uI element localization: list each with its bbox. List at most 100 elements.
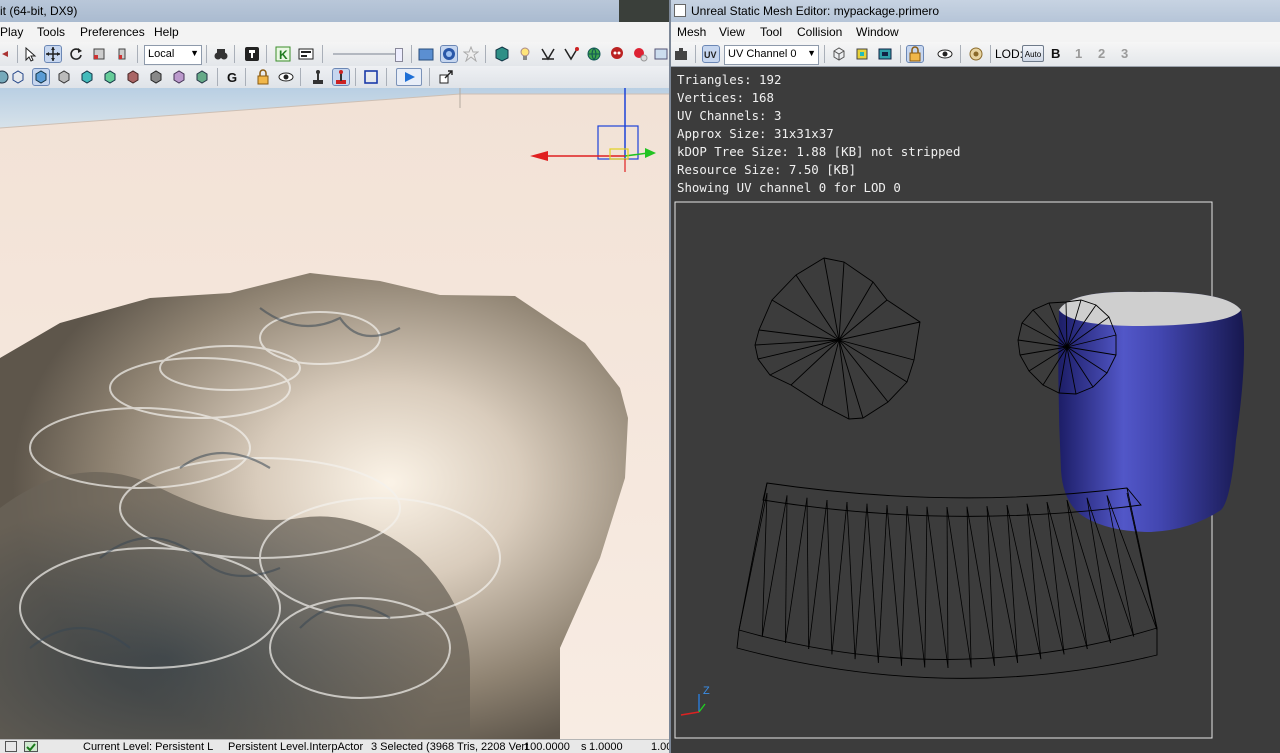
- eye-icon[interactable]: [278, 69, 294, 85]
- menu-preferences[interactable]: Preferences: [80, 25, 145, 39]
- level-editor-main-toolbar: Local ▼ K: [0, 42, 669, 67]
- status-check-icon[interactable]: [24, 741, 38, 752]
- axis-indicator: Z: [680, 685, 710, 716]
- pop-out-viewport-icon[interactable]: [438, 69, 454, 85]
- toolbar-separator: [485, 45, 486, 63]
- toolbar-separator: [322, 45, 323, 63]
- axis-z-label: Z: [703, 685, 710, 697]
- toolbar-separator: [355, 68, 356, 86]
- uv-strip-diagonal: [785, 495, 788, 644]
- play-in-editor-button[interactable]: [396, 68, 422, 86]
- status-toggles: [0, 740, 46, 753]
- detail-lighting-icon[interactable]: [79, 69, 95, 85]
- toolbar-overflow-icon[interactable]: [653, 46, 669, 62]
- coordinate-system-dropdown[interactable]: Local ▼: [144, 45, 202, 65]
- brush-icon[interactable]: [418, 46, 434, 62]
- matinee-icon[interactable]: [298, 46, 314, 62]
- joystick-icon[interactable]: [310, 69, 326, 85]
- menu-help[interactable]: Help: [154, 25, 179, 39]
- path-node-icon[interactable]: [540, 46, 556, 62]
- toolbar-separator: [217, 68, 218, 86]
- uv-strip-edge: [924, 506, 928, 668]
- toolbar-separator: [17, 45, 18, 63]
- uv-strip-edge: [877, 505, 888, 663]
- uv-strip-diagonal: [1046, 501, 1088, 650]
- cut-icon[interactable]: [0, 46, 16, 62]
- lock-icon[interactable]: [255, 69, 271, 85]
- game-view-icon[interactable]: G: [224, 69, 240, 85]
- light-icon[interactable]: [517, 46, 533, 62]
- viewport-scene: [0, 88, 669, 739]
- lighting-only-icon[interactable]: [102, 69, 118, 85]
- uv-strip-edge: [831, 501, 848, 655]
- texture-density-icon[interactable]: [148, 69, 164, 85]
- toolbar-separator: [234, 45, 235, 63]
- uv-strip-diagonal: [966, 506, 995, 666]
- nonuniform-scale-icon[interactable]: [114, 46, 130, 62]
- toolbar-separator: [206, 45, 207, 63]
- status-grid-icon[interactable]: [5, 741, 17, 752]
- static-mesh-icon[interactable]: [494, 46, 510, 62]
- uv-strip-diagonal: [846, 501, 856, 660]
- chevron-down-icon: ▼: [190, 48, 199, 58]
- actor-skull-icon[interactable]: [609, 46, 625, 62]
- level-editor-title: it (64-bit, DX9): [0, 4, 78, 18]
- realtime-preview-icon[interactable]: [332, 68, 350, 86]
- uv-strip-edge: [808, 499, 828, 650]
- uv-strip-edge: [1026, 503, 1042, 660]
- uv-strip-diagonal: [806, 497, 810, 650]
- camera-speed-slider[interactable]: [333, 47, 403, 62]
- lit-view-icon[interactable]: [32, 68, 50, 86]
- static-mesh-editor-window: Unreal Static Mesh Editor: mypackage.pri…: [669, 0, 1280, 753]
- perspective-viewport[interactable]: [0, 88, 669, 739]
- current-level-label[interactable]: Current Level: Persistent L: [83, 741, 213, 753]
- rotate-mode-icon[interactable]: [68, 46, 84, 62]
- svg-text:G: G: [227, 70, 237, 85]
- globe-icon[interactable]: [586, 46, 602, 62]
- viewport-type-icon[interactable]: [0, 69, 10, 85]
- uv-strip-diagonal: [1026, 503, 1065, 655]
- menu-play[interactable]: Play: [0, 25, 23, 39]
- uv-strip-edge: [854, 503, 868, 660]
- realtime-icon[interactable]: [440, 45, 458, 63]
- lightmap-density-icon[interactable]: [194, 69, 210, 85]
- level-editor-title-bar: it (64-bit, DX9): [0, 0, 669, 22]
- toolbar-separator: [137, 45, 138, 63]
- svg-text:K: K: [279, 48, 288, 62]
- uv-strip-diagonal: [986, 506, 1019, 663]
- light-complexity-icon[interactable]: [125, 69, 141, 85]
- mesh-cylinder: [1058, 291, 1245, 532]
- wireframe-view-icon[interactable]: [10, 69, 26, 85]
- binoculars-icon[interactable]: [213, 46, 229, 62]
- uv-strip-edge: [986, 506, 995, 666]
- level-editor-window: it (64-bit, DX9) Play Tools Preferences …: [0, 0, 669, 753]
- uv-strip-edge: [901, 506, 908, 666]
- maximize-viewport-icon[interactable]: [363, 69, 379, 85]
- level-actor-label: Persistent Level.InterpActor: [228, 741, 364, 753]
- mesh-preview-viewport[interactable]: Z: [671, 0, 1280, 753]
- light-bulb-icon[interactable]: [632, 46, 648, 62]
- menu-tools[interactable]: Tools: [37, 25, 65, 39]
- favorite-star-icon[interactable]: [462, 45, 480, 63]
- selection-info: 3 Selected (3968 Tris, 2208 Vert: [371, 741, 529, 753]
- uv-strip-diagonal: [926, 506, 949, 669]
- uv-strip-edge: [785, 497, 808, 644]
- unlit-view-icon[interactable]: [56, 69, 72, 85]
- translate-mode-icon[interactable]: [44, 45, 62, 63]
- select-arrow-icon[interactable]: [22, 46, 38, 62]
- uv-strip-edge: [1066, 499, 1088, 650]
- path-network-icon[interactable]: [563, 46, 579, 62]
- kismet-icon[interactable]: K: [275, 46, 291, 62]
- toolbar-separator: [386, 68, 387, 86]
- scale-value[interactable]: 1.0000: [589, 741, 623, 753]
- toolbar-separator: [300, 68, 301, 86]
- scale-mode-icon[interactable]: [91, 46, 107, 62]
- coordinate-system-value: Local: [148, 48, 175, 60]
- uv-strip-diagonal: [886, 505, 902, 666]
- content-browser-icon[interactable]: [244, 46, 260, 62]
- level-editor-menu-bar: Play Tools Preferences Help: [0, 22, 669, 42]
- drag-grid-value[interactable]: 100.0000: [524, 741, 570, 753]
- rotation-value[interactable]: 1.00: [651, 741, 669, 753]
- uv-strip-diagonal: [866, 503, 879, 663]
- shader-complexity-icon[interactable]: [171, 69, 187, 85]
